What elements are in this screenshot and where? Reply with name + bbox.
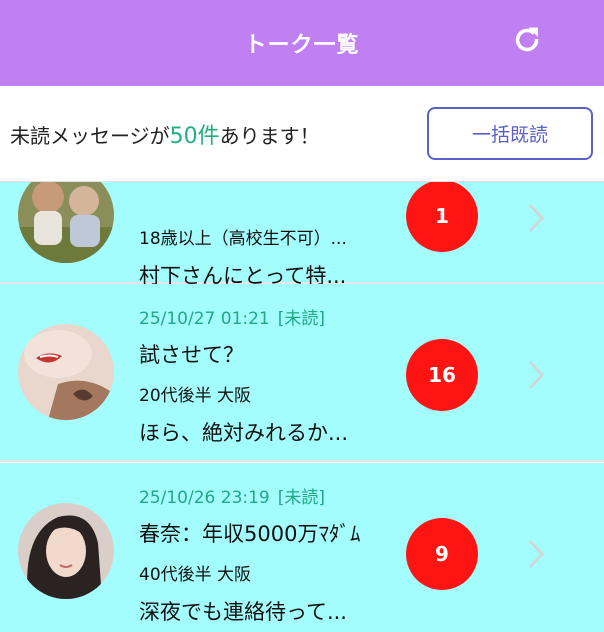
unread-badge: 16 bbox=[406, 339, 478, 411]
avatar bbox=[18, 324, 114, 420]
conversation-sub: 20代後半 大阪 bbox=[139, 386, 252, 406]
refresh-icon bbox=[515, 27, 539, 52]
chevron-right-icon bbox=[528, 539, 545, 569]
refresh-button[interactable] bbox=[512, 24, 542, 54]
unread-tag: [未読] bbox=[277, 488, 326, 508]
conversation-name: 春奈：年収5000万ﾏﾀﾞﾑ bbox=[139, 522, 361, 546]
conversation-list: 18歳以上（高校生不可）... 村下さんにとって特... 1 25/10/27 … bbox=[0, 182, 604, 632]
conversation-meta: 25/10/27 01:21 [未読] bbox=[139, 304, 325, 329]
conversation-date: 25/10/27 01:21 bbox=[139, 309, 270, 329]
unread-suffix: あります！ bbox=[219, 124, 320, 148]
unread-count: 50件 bbox=[169, 124, 220, 149]
avatar bbox=[18, 503, 114, 599]
unread-badge: 1 bbox=[406, 182, 478, 252]
unread-summary-text: 未読メッセージが50件あります！ bbox=[10, 118, 320, 150]
conversation-sub: 18歳以上（高校生不可）... bbox=[139, 229, 347, 249]
conversation-row[interactable]: 25/10/27 01:21 [未読] 試させて？ 20代後半 大阪 ほら、絶対み… bbox=[0, 284, 604, 462]
unread-summary-bar: 未読メッセージが50件あります！ 一括既読 bbox=[0, 86, 604, 182]
chevron-right-icon bbox=[528, 203, 545, 233]
conversation-sub: 40代後半 大阪 bbox=[139, 565, 252, 585]
conversation-name: 試させて？ bbox=[139, 343, 244, 367]
app-header: トーク一覧 bbox=[0, 0, 604, 86]
mark-all-read-button[interactable]: 一括既読 bbox=[427, 107, 593, 160]
conversation-message: 深夜でも連絡待って... bbox=[139, 600, 347, 624]
conversation-date: 25/10/26 23:19 bbox=[139, 488, 270, 508]
conversation-row[interactable]: 25/10/26 23:19 [未読] 春奈：年収5000万ﾏﾀﾞﾑ 40代後半 … bbox=[0, 463, 604, 632]
unread-tag: [未読] bbox=[277, 309, 326, 329]
avatar bbox=[18, 182, 114, 263]
page-title: トーク一覧 bbox=[244, 33, 360, 58]
conversation-row[interactable]: 18歳以上（高校生不可）... 村下さんにとって特... 1 bbox=[0, 182, 604, 288]
unread-badge: 9 bbox=[406, 518, 478, 590]
unread-prefix: 未読メッセージが bbox=[10, 124, 170, 148]
chevron-right-icon bbox=[528, 360, 545, 390]
conversation-meta: 25/10/26 23:19 [未読] bbox=[139, 483, 325, 508]
conversation-message: ほら、絶対みれるか... bbox=[139, 421, 349, 445]
